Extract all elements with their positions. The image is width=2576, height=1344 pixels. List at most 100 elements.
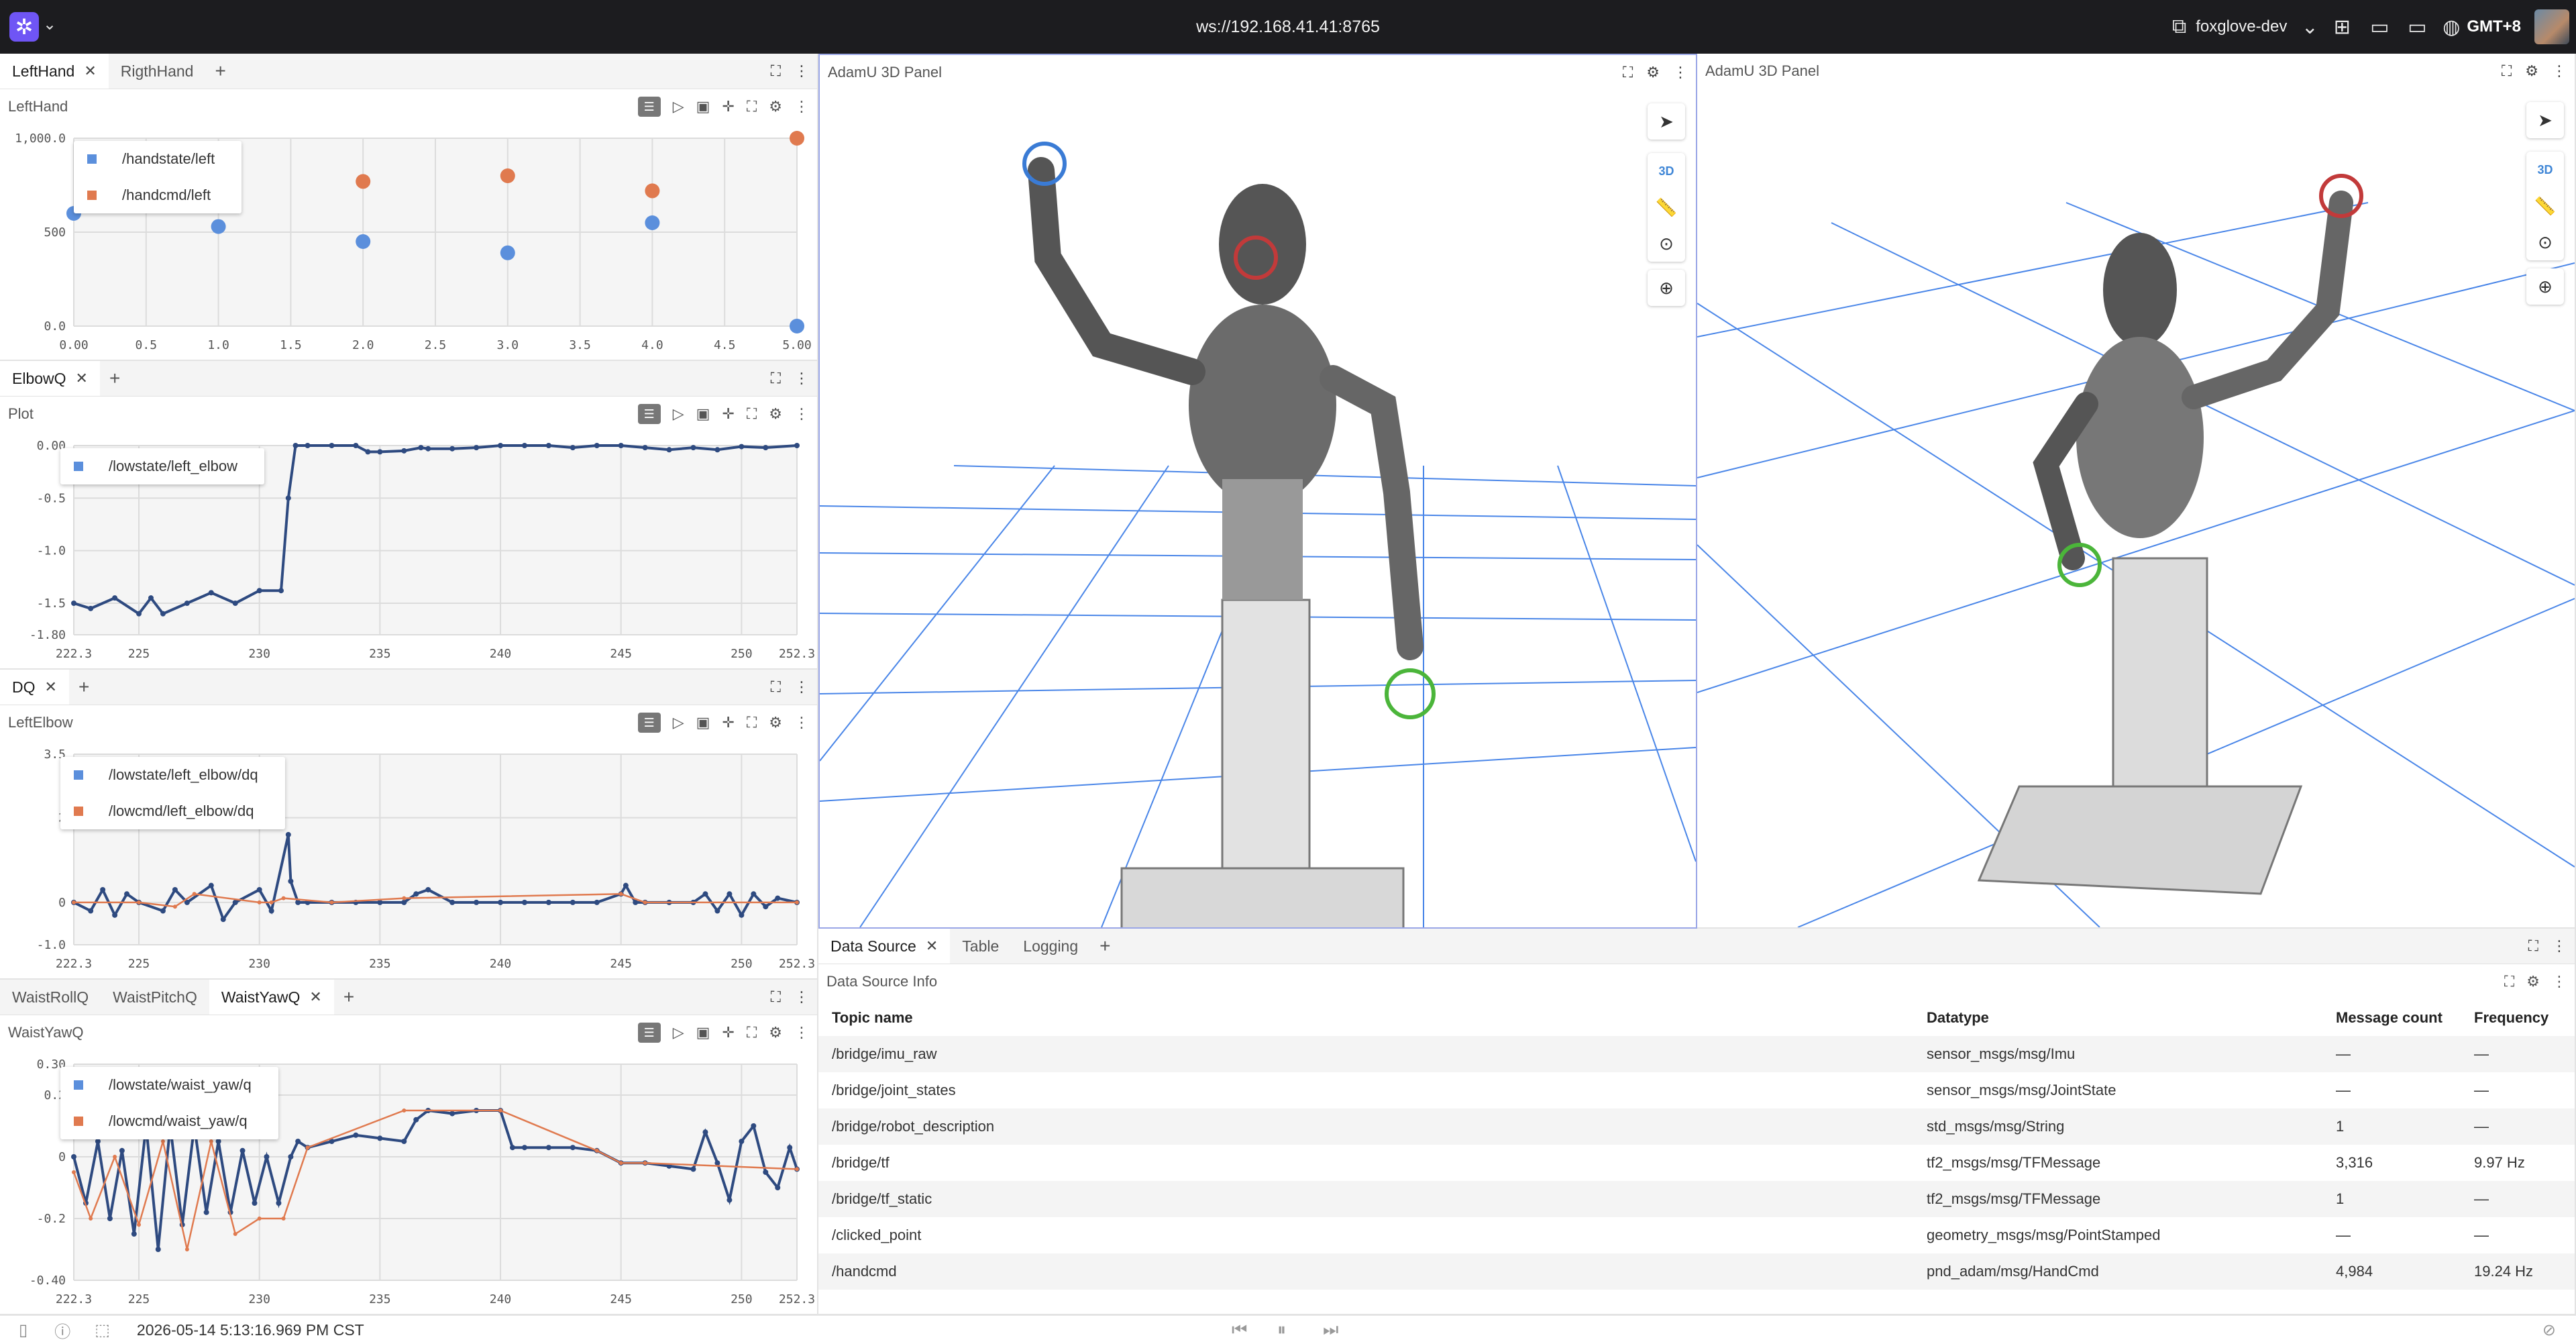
more-icon[interactable]: ⋮ [794, 98, 809, 115]
table-row[interactable]: /bridge/imu_raw sensor_msgs/msg/Imu — — [818, 1036, 2575, 1072]
fullscreen-icon[interactable]: ⛶ [747, 405, 757, 423]
table-row[interactable]: /bridge/robot_description std_msgs/msg/St… [818, 1108, 2575, 1145]
more-icon[interactable]: ⋮ [1673, 64, 1688, 81]
more-icon[interactable]: ⋮ [794, 370, 809, 387]
pause-icon[interactable]: ⏸ [1277, 1319, 1286, 1341]
image-icon[interactable]: ▣ [696, 714, 710, 731]
info-icon[interactable]: ▯ [19, 1321, 28, 1340]
legend-item[interactable]: /lowstate/left_elbow [60, 448, 264, 484]
tab-righthand[interactable]: RigthHand [109, 54, 206, 89]
tab-lefthand[interactable]: LeftHand ✕ [0, 54, 109, 89]
select-icon[interactable]: ➤ [2526, 102, 2564, 138]
play-icon[interactable]: ▷ [673, 405, 684, 423]
publish-point-icon[interactable]: ⊙ [2526, 224, 2564, 260]
tab-elbowq[interactable]: ElbowQ ✕ [0, 361, 100, 396]
add-tab-icon[interactable]: + [100, 368, 129, 389]
tab-data-source[interactable]: Data Source ✕ [818, 929, 951, 964]
legend-item[interactable]: /lowstate/left_elbow/dq [60, 757, 285, 793]
legend-item[interactable]: /lowcmd/waist_yaw/q [60, 1103, 278, 1139]
fullscreen-icon[interactable]: ⛶ [771, 62, 781, 80]
column-header[interactable]: Topic name [818, 1009, 1927, 1027]
tab-dq[interactable]: DQ ✕ [0, 670, 69, 705]
play-icon[interactable]: ▷ [673, 1024, 684, 1041]
sync-off-icon[interactable]: ⊘ [2542, 1321, 2556, 1340]
more-icon[interactable]: ⋮ [794, 1024, 809, 1041]
3d-viewport[interactable] [820, 90, 1696, 927]
follow-icon[interactable]: ⊕ [2526, 268, 2564, 305]
legend-item[interactable]: /lowstate/waist_yaw/q [60, 1067, 278, 1103]
fullscreen-icon[interactable]: ⛶ [747, 98, 757, 115]
legend-toggle-icon[interactable]: ☰ [637, 1023, 661, 1043]
add-tab-icon[interactable]: + [1090, 935, 1120, 957]
more-icon[interactable]: ⋮ [794, 62, 809, 80]
layout-icon[interactable]: ⧉ [2165, 0, 2186, 54]
avatar[interactable] [2534, 9, 2569, 44]
close-icon[interactable]: ✕ [926, 937, 938, 955]
close-icon[interactable]: ✕ [84, 62, 96, 80]
image-icon[interactable]: ▣ [696, 405, 710, 423]
chevron-down-icon[interactable]: ⌄ [2296, 0, 2323, 54]
add-tab-icon[interactable]: + [69, 676, 99, 698]
more-icon[interactable]: ⋮ [794, 714, 809, 731]
left-sidebar-icon[interactable]: ▭ [2361, 0, 2398, 54]
more-icon[interactable]: ⋮ [2552, 937, 2567, 955]
fullscreen-icon[interactable]: ⛶ [2504, 973, 2514, 990]
gear-icon[interactable]: ⚙ [769, 405, 782, 423]
fullscreen-icon[interactable]: ⛶ [2528, 937, 2538, 955]
image-icon[interactable]: ▣ [696, 98, 710, 115]
column-header[interactable]: Frequency [2474, 1009, 2568, 1027]
more-icon[interactable]: ⋮ [2552, 62, 2567, 80]
globe-icon[interactable]: ◍ [2436, 0, 2467, 54]
fullscreen-icon[interactable]: ⛶ [747, 1024, 757, 1041]
ruler-icon[interactable]: 📏 [1648, 189, 1685, 225]
add-tab-icon[interactable]: + [205, 60, 235, 82]
legend-toggle-icon[interactable]: ☰ [637, 713, 661, 733]
column-header[interactable]: Message count [2336, 1009, 2474, 1027]
play-icon[interactable]: ▷ [673, 98, 684, 115]
3d-mode-toggle[interactable]: 3D [2526, 152, 2564, 188]
tab-waistrollq[interactable]: WaistRollQ [0, 980, 101, 1015]
gear-icon[interactable]: ⚙ [2525, 62, 2538, 80]
crosshair-icon[interactable]: ✛ [722, 98, 734, 115]
loop-icon[interactable]: ⬚ [95, 1321, 110, 1340]
select-icon[interactable]: ➤ [1648, 103, 1685, 140]
play-icon[interactable]: ▷ [673, 714, 684, 731]
tab-waistpitchq[interactable]: WaistPitchQ [101, 980, 209, 1015]
3d-viewport[interactable] [1697, 89, 2575, 927]
table-row[interactable]: /clicked_point geometry_msgs/msg/PointSta… [818, 1217, 2575, 1253]
fullscreen-icon[interactable]: ⛶ [771, 988, 781, 1006]
column-header[interactable]: Datatype [1927, 1009, 2336, 1027]
more-icon[interactable]: ⋮ [2552, 973, 2567, 990]
gear-icon[interactable]: ⚙ [769, 714, 782, 731]
tab-logging[interactable]: Logging [1011, 929, 1090, 964]
legend-item[interactable]: /handstate/left [74, 141, 241, 177]
gear-icon[interactable]: ⚙ [769, 1024, 782, 1041]
ruler-icon[interactable]: 📏 [2526, 188, 2564, 224]
fullscreen-icon[interactable]: ⛶ [2502, 62, 2512, 80]
timezone-label[interactable]: GMT+8 [2467, 17, 2534, 36]
table-row[interactable]: /bridge/tf tf2_msgs/msg/TFMessage 3,316 9.9… [818, 1145, 2575, 1181]
tab-table[interactable]: Table [950, 929, 1011, 964]
more-icon[interactable]: ⋮ [794, 988, 809, 1006]
close-icon[interactable]: ✕ [309, 988, 321, 1006]
workspace-name[interactable]: foxglove-dev [2186, 17, 2296, 36]
table-row[interactable]: /bridge/joint_states sensor_msgs/msg/Join… [818, 1072, 2575, 1108]
crosshair-icon[interactable]: ✛ [722, 405, 734, 423]
3d-panel-b[interactable]: AdamU 3D Panel ⛶ ⚙ ⋮ ➤ 3D 📏 ⊙ ⊕ [1697, 54, 2576, 929]
playback-timestamp[interactable]: 2026-05-14 5:13:16.969 PM CST [137, 1321, 364, 1339]
add-tab-icon[interactable]: + [334, 986, 364, 1008]
legend-item[interactable]: /handcmd/left [74, 177, 241, 213]
tab-waistyawq[interactable]: WaistYawQ ✕ [209, 980, 334, 1015]
legend-toggle-icon[interactable]: ☰ [637, 97, 661, 117]
more-icon[interactable]: ⋮ [794, 405, 809, 423]
close-icon[interactable]: ✕ [45, 678, 57, 696]
fullscreen-icon[interactable]: ⛶ [771, 678, 781, 696]
seek-back-icon[interactable]: ⏮ [1232, 1319, 1247, 1341]
3d-panel-a[interactable]: AdamU 3D Panel ⛶ ⚙ ⋮ ➤ 3D 📏 ⊙ ⊕ [818, 54, 1697, 929]
crosshair-icon[interactable]: ✛ [722, 1024, 734, 1041]
legend-item[interactable]: /lowcmd/left_elbow/dq [60, 793, 285, 829]
fullscreen-icon[interactable]: ⛶ [1623, 64, 1633, 81]
legend-toggle-icon[interactable]: ☰ [637, 404, 661, 424]
3d-mode-toggle[interactable]: 3D [1648, 153, 1685, 189]
table-row[interactable]: /bridge/tf_static tf2_msgs/msg/TFMessage 1… [818, 1181, 2575, 1217]
